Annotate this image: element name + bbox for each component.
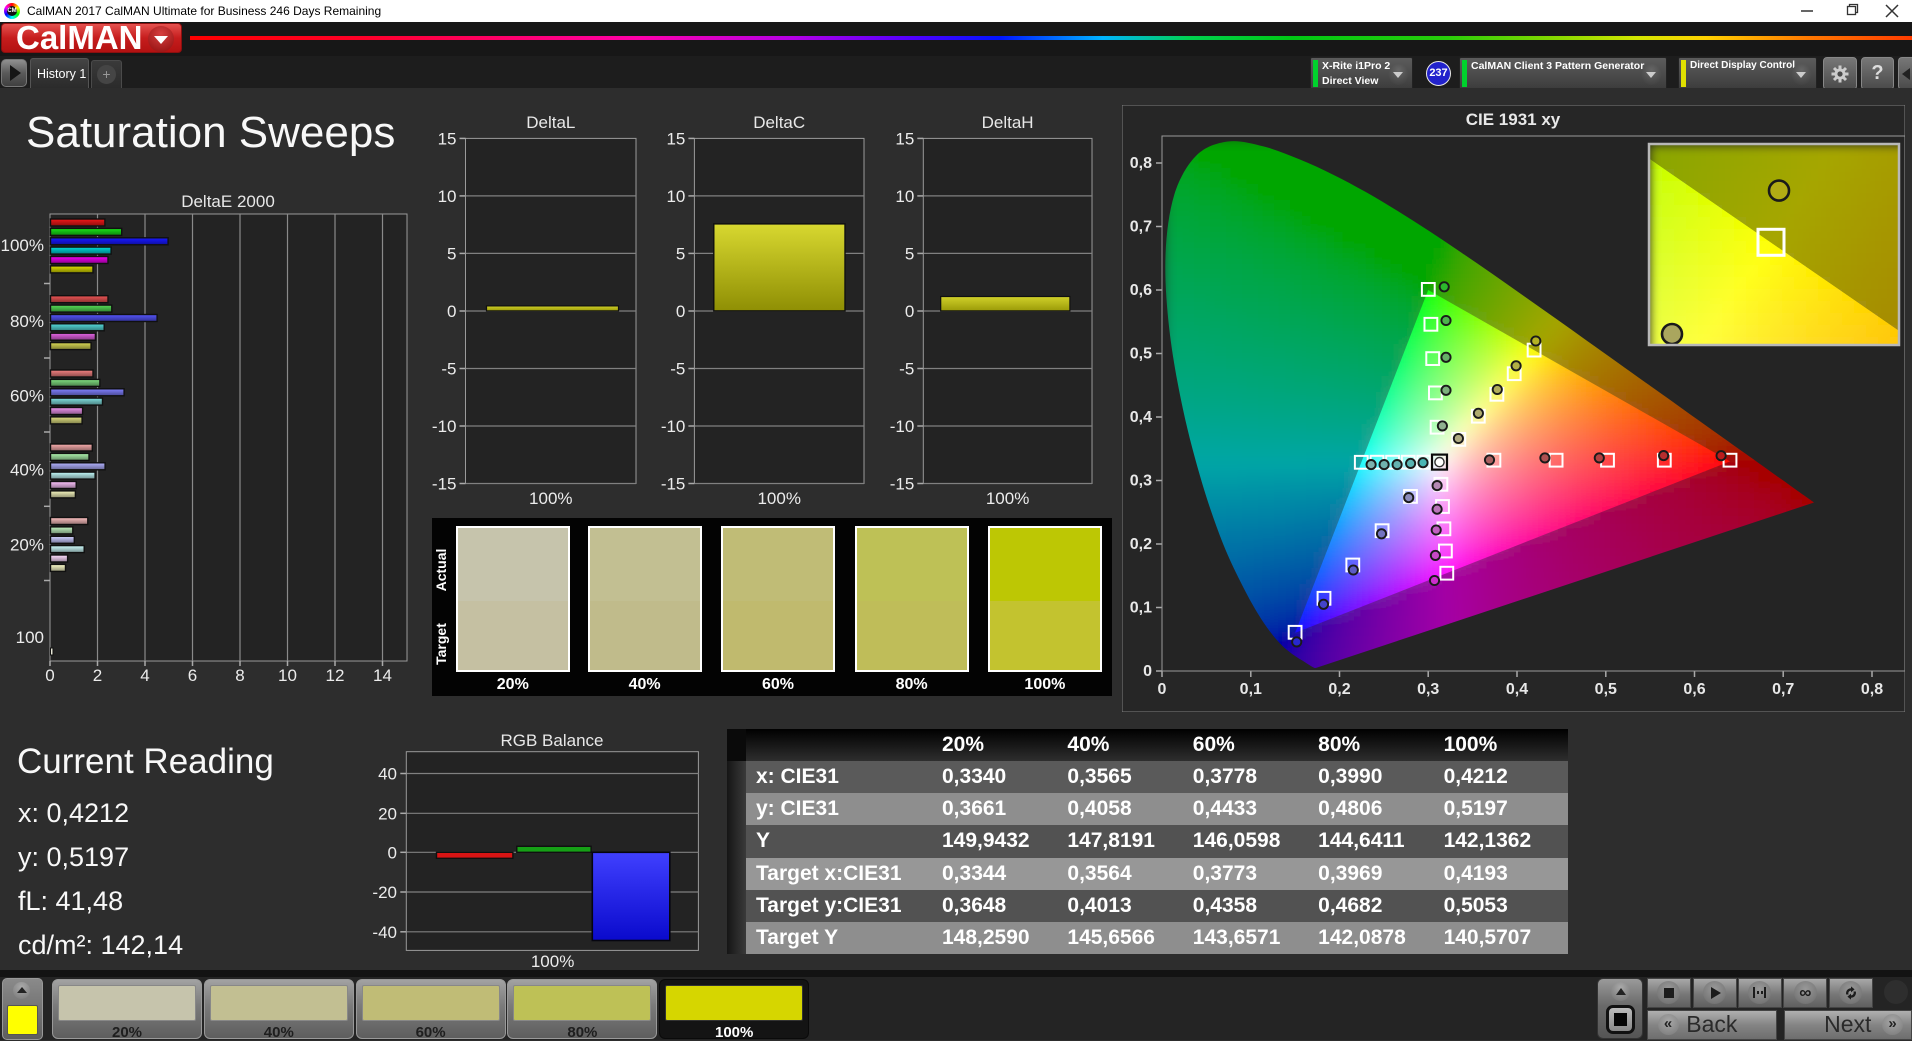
svg-text:0,7: 0,7: [1130, 219, 1152, 236]
svg-text:0: 0: [1143, 663, 1152, 680]
svg-text:0,4: 0,4: [1506, 681, 1528, 698]
svg-text:0,6: 0,6: [1130, 282, 1152, 299]
svg-text:CIE 1931 xy: CIE 1931 xy: [1466, 110, 1561, 129]
svg-text:0: 0: [1158, 681, 1167, 698]
svg-text:100%: 100%: [1, 236, 44, 255]
svg-text:5: 5: [905, 244, 914, 263]
svg-text:5: 5: [447, 244, 456, 263]
svg-text:-20: -20: [372, 883, 397, 902]
svg-text:-10: -10: [890, 417, 915, 436]
svg-text:40: 40: [378, 765, 397, 784]
svg-text:15: 15: [666, 129, 685, 148]
svg-text:-5: -5: [899, 360, 914, 379]
svg-text:40%: 40%: [10, 461, 44, 480]
svg-text:2: 2: [93, 666, 102, 685]
svg-text:0: 0: [676, 302, 685, 321]
svg-text:20: 20: [378, 804, 397, 823]
svg-text:10: 10: [438, 187, 457, 206]
svg-text:0: 0: [45, 666, 54, 685]
svg-text:0,3: 0,3: [1130, 473, 1152, 490]
svg-text:20%: 20%: [10, 536, 44, 555]
svg-text:4: 4: [140, 666, 149, 685]
svg-text:10: 10: [666, 187, 685, 206]
svg-text:-5: -5: [441, 360, 456, 379]
svg-text:0,7: 0,7: [1772, 681, 1794, 698]
svg-text:0,8: 0,8: [1861, 681, 1883, 698]
svg-text:100%: 100%: [757, 489, 800, 508]
svg-text:RGB Balance: RGB Balance: [501, 731, 604, 750]
svg-text:0,2: 0,2: [1130, 536, 1152, 553]
svg-text:0,5: 0,5: [1595, 681, 1617, 698]
svg-text:DeltaH: DeltaH: [982, 113, 1034, 132]
svg-text:DeltaC: DeltaC: [753, 113, 805, 132]
svg-text:100: 100: [16, 628, 44, 647]
svg-text:60%: 60%: [10, 387, 44, 406]
svg-text:100%: 100%: [529, 489, 572, 508]
svg-text:0: 0: [388, 843, 397, 862]
svg-text:5: 5: [676, 244, 685, 263]
svg-text:10: 10: [895, 187, 914, 206]
svg-text:0,6: 0,6: [1683, 681, 1705, 698]
svg-text:15: 15: [438, 129, 457, 148]
svg-text:-5: -5: [670, 360, 685, 379]
svg-text:-15: -15: [432, 475, 457, 494]
svg-text:100%: 100%: [531, 952, 574, 971]
svg-text:0,4: 0,4: [1130, 409, 1152, 426]
svg-text:15: 15: [895, 129, 914, 148]
svg-text:0,2: 0,2: [1328, 681, 1350, 698]
svg-text:80%: 80%: [10, 312, 44, 331]
svg-text:6: 6: [188, 666, 197, 685]
svg-text:DeltaE 2000: DeltaE 2000: [181, 192, 275, 211]
svg-text:0,5: 0,5: [1130, 346, 1152, 363]
svg-text:8: 8: [235, 666, 244, 685]
svg-text:0,1: 0,1: [1130, 600, 1152, 617]
svg-text:14: 14: [373, 666, 392, 685]
svg-text:0,8: 0,8: [1130, 155, 1152, 172]
svg-text:0: 0: [447, 302, 456, 321]
svg-text:0,1: 0,1: [1240, 681, 1262, 698]
svg-text:-10: -10: [432, 417, 457, 436]
svg-text:-40: -40: [372, 923, 397, 942]
svg-text:-15: -15: [890, 475, 915, 494]
svg-text:0: 0: [905, 302, 914, 321]
svg-text:DeltaL: DeltaL: [526, 113, 575, 132]
svg-text:100%: 100%: [986, 489, 1029, 508]
svg-text:-15: -15: [661, 475, 686, 494]
svg-text:10: 10: [278, 666, 297, 685]
svg-text:12: 12: [326, 666, 345, 685]
svg-text:0,3: 0,3: [1417, 681, 1439, 698]
svg-text:-10: -10: [661, 417, 686, 436]
